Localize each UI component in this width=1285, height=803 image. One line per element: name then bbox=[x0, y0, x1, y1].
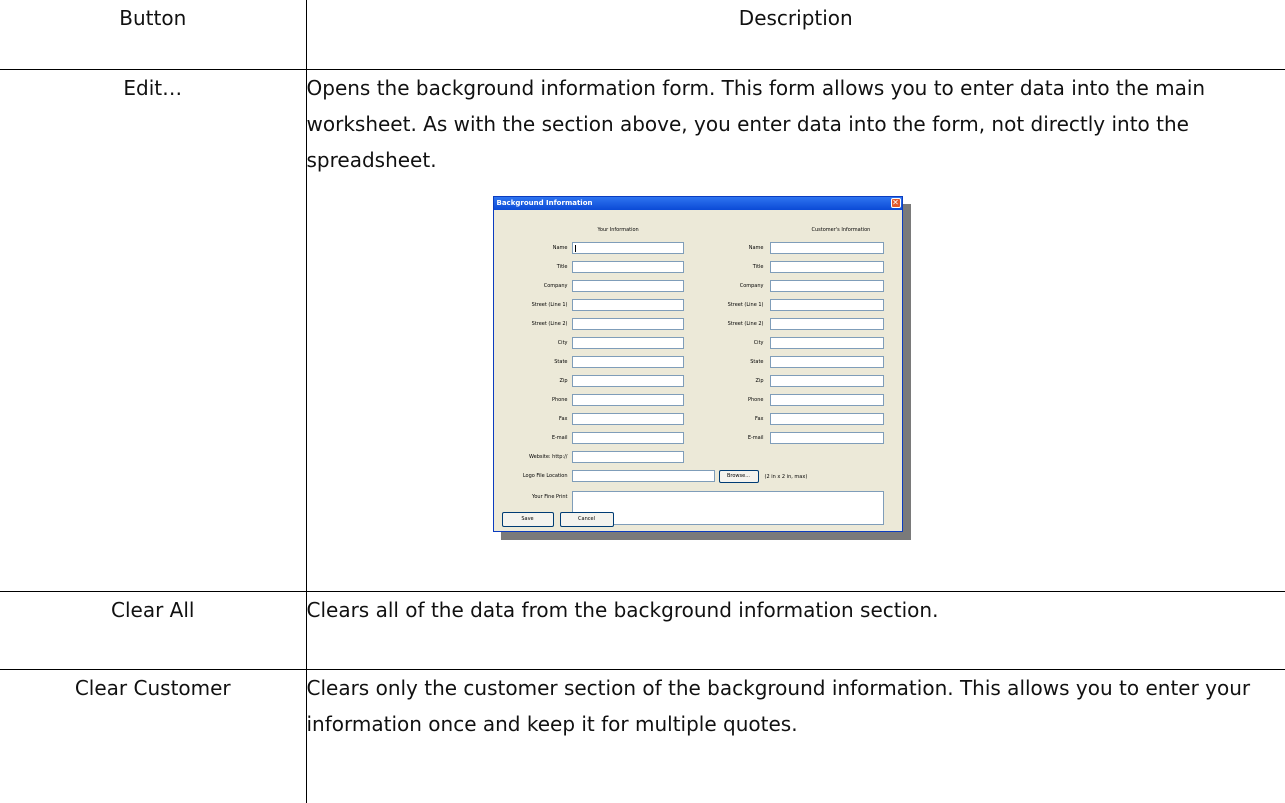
your-company-field[interactable] bbox=[571, 279, 684, 292]
customer-street-line-1-field[interactable] bbox=[769, 298, 884, 311]
customer-zip-field[interactable] bbox=[769, 374, 884, 387]
logo-file-location-label: Logo File Location bbox=[522, 472, 568, 479]
your-fax-label: Fax bbox=[559, 415, 568, 422]
your-zip-label: Zip bbox=[559, 377, 568, 384]
your-zip-field[interactable] bbox=[571, 374, 684, 387]
customer-fax-label: Fax bbox=[755, 415, 764, 422]
row-clear-customer-description: Clears only the customer section of the … bbox=[305, 668, 1285, 803]
customer-city-label: City bbox=[753, 339, 764, 346]
row-clear-all-description: Clears all of the data from the backgrou… bbox=[305, 590, 1285, 670]
fine-print-field[interactable] bbox=[571, 490, 884, 525]
text-caret bbox=[574, 244, 576, 252]
customer-state-field[interactable] bbox=[769, 355, 884, 368]
your-e-mail-label: E-mail bbox=[551, 434, 568, 441]
button-description-table: Button Description Edit… Opens the backg… bbox=[0, 0, 1285, 803]
your-street-line-2-field[interactable] bbox=[571, 317, 684, 330]
customer-company-label: Company bbox=[739, 282, 764, 289]
customer-phone-label: Phone bbox=[748, 396, 764, 403]
table-row: Edit… Opens the background information f… bbox=[0, 68, 1285, 592]
logo-size-note: (2 in x 2 in, max) bbox=[764, 473, 808, 480]
row-edit-description-text: Opens the background information form. T… bbox=[306, 75, 1206, 172]
your-street-line-1-label: Street (Line 1) bbox=[531, 301, 568, 308]
your-company-label: Company bbox=[543, 282, 568, 289]
customer-state-label: State bbox=[750, 358, 764, 365]
row-edit-description: Opens the background information form. T… bbox=[305, 68, 1285, 592]
row-clear-customer-description-text: Clears only the customer section of the … bbox=[306, 675, 1251, 736]
row-clear-customer-button-name: Clear Customer bbox=[0, 668, 307, 803]
your-phone-label: Phone bbox=[552, 396, 568, 403]
customer-street-line-2-field[interactable] bbox=[769, 317, 884, 330]
row-edit-button-name: Edit… bbox=[0, 68, 307, 592]
your-phone-field[interactable] bbox=[571, 393, 684, 406]
customer-information-header: Customer's Information bbox=[811, 226, 871, 233]
logo-file-location-field[interactable] bbox=[571, 469, 715, 482]
table-header-row: Button Description bbox=[0, 0, 1285, 70]
table-row: Clear All Clears all of the data from th… bbox=[0, 590, 1285, 670]
close-icon[interactable]: ✕ bbox=[890, 197, 901, 208]
your-state-label: State bbox=[554, 358, 568, 365]
your-information-header: Your Information bbox=[597, 226, 639, 233]
customer-title-field[interactable] bbox=[769, 260, 884, 273]
your-name-label: Name bbox=[552, 244, 568, 251]
table-row: Clear Customer Clears only the customer … bbox=[0, 668, 1285, 803]
customer-name-field[interactable] bbox=[769, 241, 884, 254]
browse-button[interactable]: Browse... bbox=[718, 469, 759, 483]
website-field[interactable] bbox=[571, 450, 684, 463]
customer-street-line-1-label: Street (Line 1) bbox=[727, 301, 764, 308]
your-street-line-1-field[interactable] bbox=[571, 298, 684, 311]
customer-e-mail-label: E-mail bbox=[747, 434, 764, 441]
fine-print-label: Your Fine Print bbox=[531, 493, 568, 500]
your-e-mail-field[interactable] bbox=[571, 431, 684, 444]
dialog-title: Background Information bbox=[493, 196, 902, 210]
row-clear-all-button-name: Clear All bbox=[0, 590, 307, 670]
background-information-screenshot: Background Information ✕ Your Informatio… bbox=[492, 195, 911, 540]
customer-zip-label: Zip bbox=[755, 377, 764, 384]
customer-company-field[interactable] bbox=[769, 279, 884, 292]
cancel-button[interactable]: Cancel bbox=[559, 511, 614, 527]
customer-phone-field[interactable] bbox=[769, 393, 884, 406]
your-name-field[interactable] bbox=[571, 241, 684, 254]
your-fax-field[interactable] bbox=[571, 412, 684, 425]
customer-city-field[interactable] bbox=[769, 336, 884, 349]
background-information-dialog: Background Information ✕ Your Informatio… bbox=[492, 195, 903, 532]
header-button: Button bbox=[0, 0, 307, 70]
customer-e-mail-field[interactable] bbox=[769, 431, 884, 444]
your-city-field[interactable] bbox=[571, 336, 684, 349]
your-title-label: Title bbox=[556, 263, 568, 270]
your-street-line-2-label: Street (Line 2) bbox=[531, 320, 568, 327]
customer-street-line-2-label: Street (Line 2) bbox=[727, 320, 764, 327]
customer-name-label: Name bbox=[748, 244, 764, 251]
customer-fax-field[interactable] bbox=[769, 412, 884, 425]
header-description: Description bbox=[305, 0, 1285, 70]
your-title-field[interactable] bbox=[571, 260, 684, 273]
customer-title-label: Title bbox=[752, 263, 764, 270]
your-city-label: City bbox=[557, 339, 568, 346]
save-button[interactable]: Save bbox=[501, 511, 554, 527]
website-label: Website: http:// bbox=[528, 453, 568, 460]
your-state-field[interactable] bbox=[571, 355, 684, 368]
